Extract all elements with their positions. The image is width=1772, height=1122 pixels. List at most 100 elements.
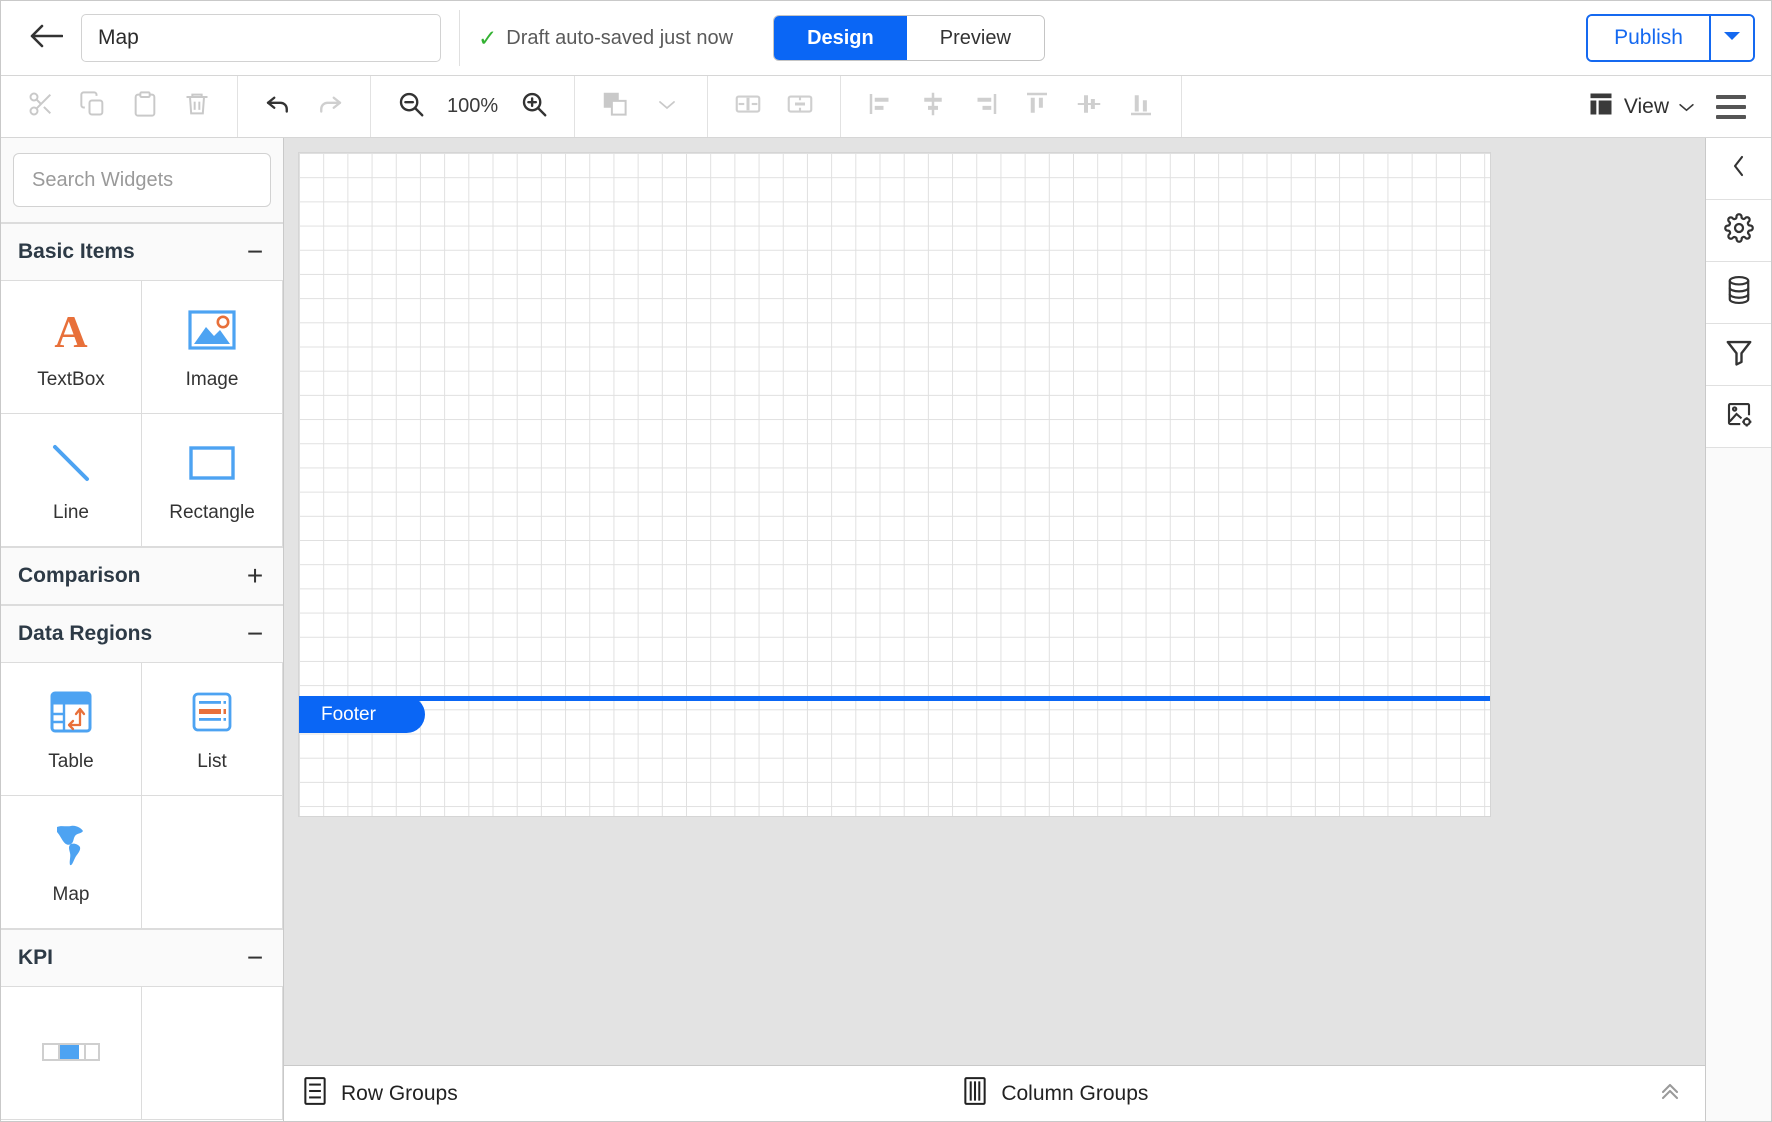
arrange-menu-button[interactable] <box>641 84 693 130</box>
trash-icon <box>183 90 211 123</box>
top-bar: ✓ Draft auto-saved just now Design Previ… <box>1 1 1771 76</box>
align-center-icon <box>918 89 948 124</box>
filter-icon <box>1724 337 1754 372</box>
image-settings-icon <box>1724 399 1754 434</box>
section-expand-toggle[interactable]: + <box>244 562 266 590</box>
section-header-kpi[interactable]: KPI − <box>1 929 283 987</box>
view-menu-button[interactable]: View <box>1577 84 1705 130</box>
back-button[interactable] <box>23 15 69 61</box>
scissors-icon <box>27 90 55 123</box>
widget-table[interactable]: Table <box>1 663 142 796</box>
autosave-label: Draft auto-saved just now <box>506 26 734 49</box>
publish-button[interactable]: Publish <box>1588 16 1709 60</box>
hamburger-icon-bar <box>1716 114 1746 119</box>
delete-button[interactable] <box>171 84 223 130</box>
section-collapse-toggle[interactable]: − <box>244 238 266 266</box>
widget-search-wrapper <box>1 138 283 223</box>
redo-icon <box>315 89 345 124</box>
section-collapse-toggle[interactable]: − <box>244 944 266 972</box>
report-page[interactable]: Footer <box>298 152 1491 817</box>
publish-dropdown-button[interactable] <box>1709 16 1753 60</box>
tab-preview[interactable]: Preview <box>906 16 1044 60</box>
section-header-basic-items[interactable]: Basic Items − <box>1 223 283 281</box>
undo-icon <box>263 89 293 124</box>
toolbar-group-history <box>238 76 371 137</box>
footer-section-divider <box>299 696 1490 701</box>
widget-kpi-bullet[interactable] <box>1 987 142 1120</box>
redo-button[interactable] <box>304 84 356 130</box>
hamburger-icon-bar <box>1716 104 1746 109</box>
zoom-out-button[interactable] <box>385 84 437 130</box>
rectangle-icon <box>187 437 237 489</box>
widget-grid-data-regions: Table List Map <box>1 663 283 929</box>
widget-label: Table <box>48 750 94 772</box>
collapse-panel-button[interactable] <box>1706 138 1771 200</box>
section-header-data-regions[interactable]: Data Regions − <box>1 605 283 663</box>
widget-label: Line <box>53 501 89 523</box>
distribute-horizontal-button[interactable] <box>722 84 774 130</box>
filters-button[interactable] <box>1706 324 1771 386</box>
columns-icon <box>962 1076 988 1112</box>
workspace: Basic Items − A TextBox <box>1 138 1771 1121</box>
canvas-scroll[interactable]: Footer <box>284 138 1705 1065</box>
divider <box>459 10 460 66</box>
textbox-icon: A <box>46 304 96 356</box>
toolbar-group-arrange <box>575 76 709 137</box>
tab-design[interactable]: Design <box>774 16 907 60</box>
section-header-comparison[interactable]: Comparison + <box>1 547 283 605</box>
database-icon <box>1725 275 1753 310</box>
widget-label: Map <box>52 883 90 905</box>
zoom-in-button[interactable] <box>508 84 560 130</box>
toolbar-group-clipboard <box>1 76 238 137</box>
toolbar: 100% View <box>1 76 1771 138</box>
search-box <box>13 153 283 207</box>
mode-switcher: Design Preview <box>773 15 1045 61</box>
layout-icon <box>1587 90 1615 124</box>
footer-section-tab[interactable]: Footer <box>299 696 425 733</box>
undo-button[interactable] <box>252 84 304 130</box>
publish-group: Publish <box>1586 14 1755 62</box>
widget-list[interactable]: List <box>142 663 283 796</box>
widget-line[interactable]: Line <box>1 414 142 547</box>
paste-button[interactable] <box>119 84 171 130</box>
widget-grid-kpi <box>1 987 283 1120</box>
widget-image[interactable]: Image <box>142 281 283 414</box>
toolbar-group-view: View <box>1563 76 1771 137</box>
check-icon: ✓ <box>478 24 498 51</box>
align-top-icon <box>1022 89 1052 124</box>
groups-panel-expand-button[interactable] <box>1635 1066 1705 1121</box>
align-right-icon <box>970 89 1000 124</box>
search-widgets-input[interactable] <box>14 168 283 192</box>
align-bottom-button[interactable] <box>1115 84 1167 130</box>
row-groups-button[interactable]: Row Groups <box>284 1066 476 1121</box>
zoom-level-label: 100% <box>447 95 499 117</box>
report-title-input[interactable] <box>81 14 441 62</box>
align-top-button[interactable] <box>1011 84 1063 130</box>
widget-textbox[interactable]: A TextBox <box>1 281 142 414</box>
layers-icon <box>600 89 630 124</box>
main-menu-button[interactable] <box>1705 84 1757 130</box>
section-title: Data Regions <box>18 622 153 645</box>
widget-rectangle[interactable]: Rectangle <box>142 414 283 547</box>
copy-button[interactable] <box>67 84 119 130</box>
arrange-button[interactable] <box>589 84 641 130</box>
footer-section-label: Footer <box>321 703 376 725</box>
column-groups-button[interactable]: Column Groups <box>944 1066 1166 1121</box>
data-sources-button[interactable] <box>1706 262 1771 324</box>
cut-button[interactable] <box>15 84 67 130</box>
widget-map[interactable]: Map <box>1 796 142 929</box>
chevrons-up-icon <box>1656 1079 1684 1108</box>
align-middle-button[interactable] <box>1063 84 1115 130</box>
svg-text:A: A <box>54 306 87 355</box>
align-right-button[interactable] <box>959 84 1011 130</box>
distribute-vertical-button[interactable] <box>774 84 826 130</box>
align-left-button[interactable] <box>855 84 907 130</box>
section-title: Comparison <box>18 564 141 587</box>
zoom-in-icon <box>519 89 549 124</box>
section-collapse-toggle[interactable]: − <box>244 620 266 648</box>
align-middle-icon <box>1074 89 1104 124</box>
align-center-button[interactable] <box>907 84 959 130</box>
image-settings-button[interactable] <box>1706 386 1771 448</box>
properties-button[interactable] <box>1706 200 1771 262</box>
